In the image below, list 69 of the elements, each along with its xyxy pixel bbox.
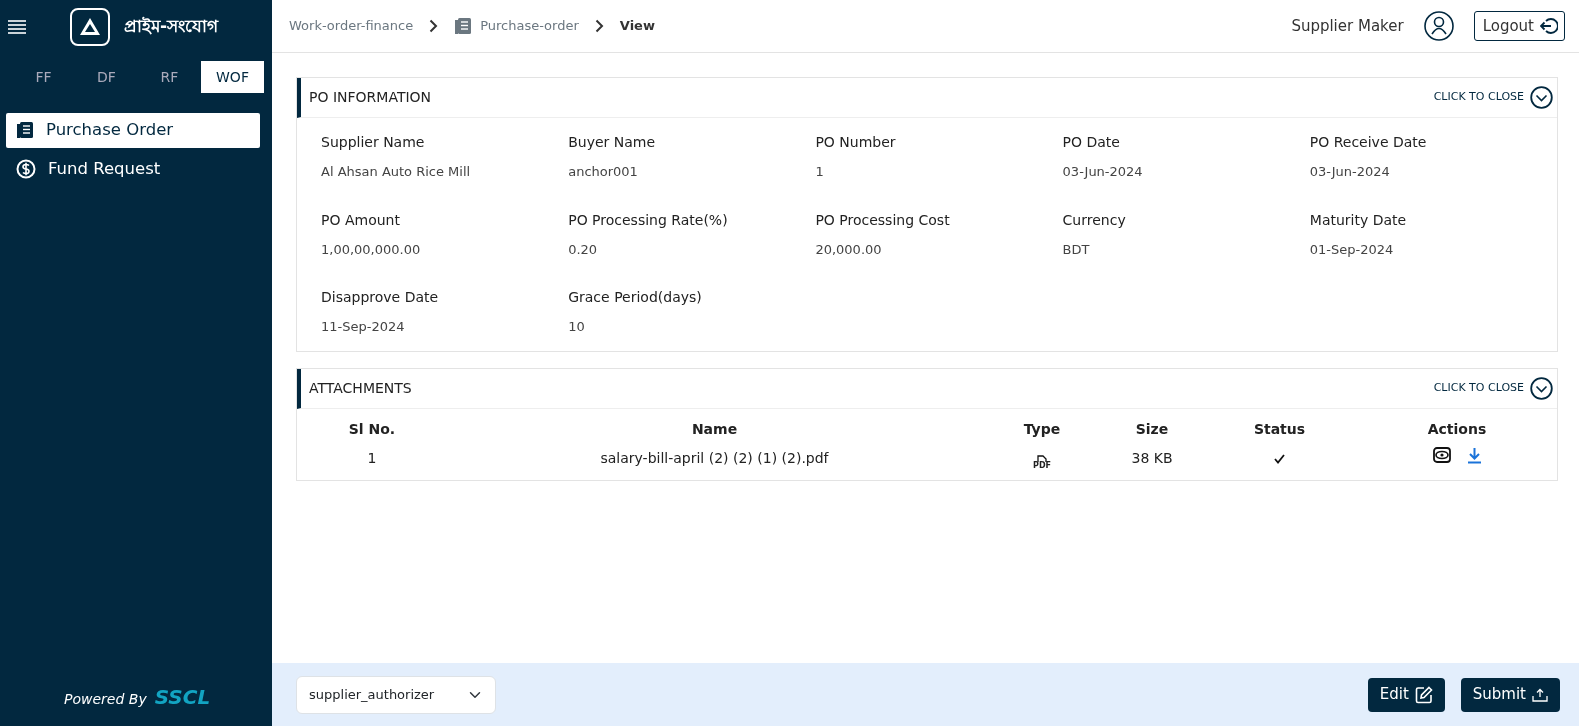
document-icon — [16, 121, 34, 140]
field-label: Grace Period(days) — [568, 288, 703, 307]
column-header: Status — [1253, 420, 1306, 437]
field-value: Al Ahsan Auto Rice Mill — [321, 163, 472, 181]
logo-icon — [70, 7, 110, 46]
field-label: PO Processing Cost — [815, 210, 951, 230]
field-value: 0.20 — [568, 240, 599, 259]
table-cell: 1 — [367, 449, 377, 466]
field-value: 03-Jun-2024 — [1062, 163, 1144, 181]
company-logo-text: SSCL — [154, 684, 211, 711]
sidebar-item[interactable]: Fund Request — [6, 151, 260, 187]
field-value: 01-Sep-2024 — [1309, 240, 1395, 259]
powered-by-label: Powered By — [64, 690, 147, 709]
edit-icon — [1414, 685, 1433, 704]
breadcrumb-link[interactable]: Purchase-order — [454, 16, 579, 36]
column-header: Name — [691, 420, 738, 437]
edit-button[interactable]: Edit — [1367, 677, 1445, 712]
logout-icon — [1540, 17, 1558, 35]
field-label: PO Number — [815, 133, 897, 152]
upload-icon — [1532, 687, 1548, 702]
sidebar-tab[interactable]: RF — [138, 61, 201, 93]
column-header: Sl No. — [348, 420, 396, 437]
toggle-button[interactable]: CLICK TO CLOSE — [1433, 376, 1553, 400]
field-label: Maturity Date — [1309, 210, 1408, 230]
field-label: Currency — [1062, 210, 1127, 230]
column-header: Size — [1135, 420, 1169, 437]
chevron-down-icon — [1530, 86, 1553, 109]
field-value: 20,000.00 — [815, 240, 883, 259]
role-select[interactable]: supplier_authorizer — [296, 675, 496, 714]
field-label: Supplier Name — [321, 133, 426, 152]
field-value: BDT — [1062, 240, 1091, 259]
chevron-right-icon — [429, 19, 439, 33]
field-value: 10 — [568, 318, 586, 336]
field-label: PO Date — [1062, 133, 1121, 152]
document-icon — [454, 17, 473, 35]
logout-button[interactable]: Logout — [1473, 10, 1565, 42]
field-label: PO Receive Date — [1309, 133, 1428, 152]
view-eye-icon[interactable] — [1432, 447, 1451, 464]
field-value: 11-Sep-2024 — [321, 318, 406, 336]
field-value: 1,00,00,000.00 — [321, 240, 422, 259]
brand-name: প্রাইম-সংযোগ — [124, 14, 219, 38]
column-header: Actions — [1427, 420, 1487, 437]
field-value: 03-Jun-2024 — [1309, 163, 1391, 181]
chevron-right-icon — [594, 19, 604, 33]
menu-icon[interactable] — [8, 19, 26, 34]
field-label: Buyer Name — [568, 133, 657, 152]
submit-button[interactable]: Submit — [1460, 677, 1560, 712]
table-cell: 38 KB — [1131, 449, 1173, 466]
user-name: Supplier Maker — [1291, 15, 1404, 37]
sidebar-tab[interactable]: WOF — [201, 61, 264, 93]
field-value: anchor001 — [568, 163, 639, 181]
download-icon[interactable] — [1466, 446, 1482, 464]
dollar-icon — [16, 159, 36, 180]
field-label: PO Amount — [321, 210, 401, 230]
toggle-button[interactable]: CLICK TO CLOSE — [1433, 86, 1553, 109]
breadcrumb-link[interactable]: Work-order-finance — [289, 16, 414, 36]
field-label: PO Processing Rate(%) — [568, 210, 729, 230]
user-icon[interactable] — [1423, 11, 1454, 41]
table-cell: salary-bill-april (2) (2) (1) (2).pdf — [600, 449, 829, 466]
sidebar-tab[interactable]: FF — [12, 61, 75, 93]
field-value: 1 — [815, 163, 825, 181]
section-title: PO INFORMATION — [309, 88, 432, 107]
sidebar-tab[interactable]: DF — [75, 61, 138, 93]
sidebar-item[interactable]: Purchase Order — [6, 113, 260, 148]
chevron-down-icon — [1530, 376, 1553, 400]
field-label: Disapprove Date — [321, 288, 440, 307]
section-title: ATTACHMENTS — [309, 378, 412, 398]
column-header: Type — [1023, 420, 1061, 437]
breadcrumb-current: View — [619, 17, 655, 36]
